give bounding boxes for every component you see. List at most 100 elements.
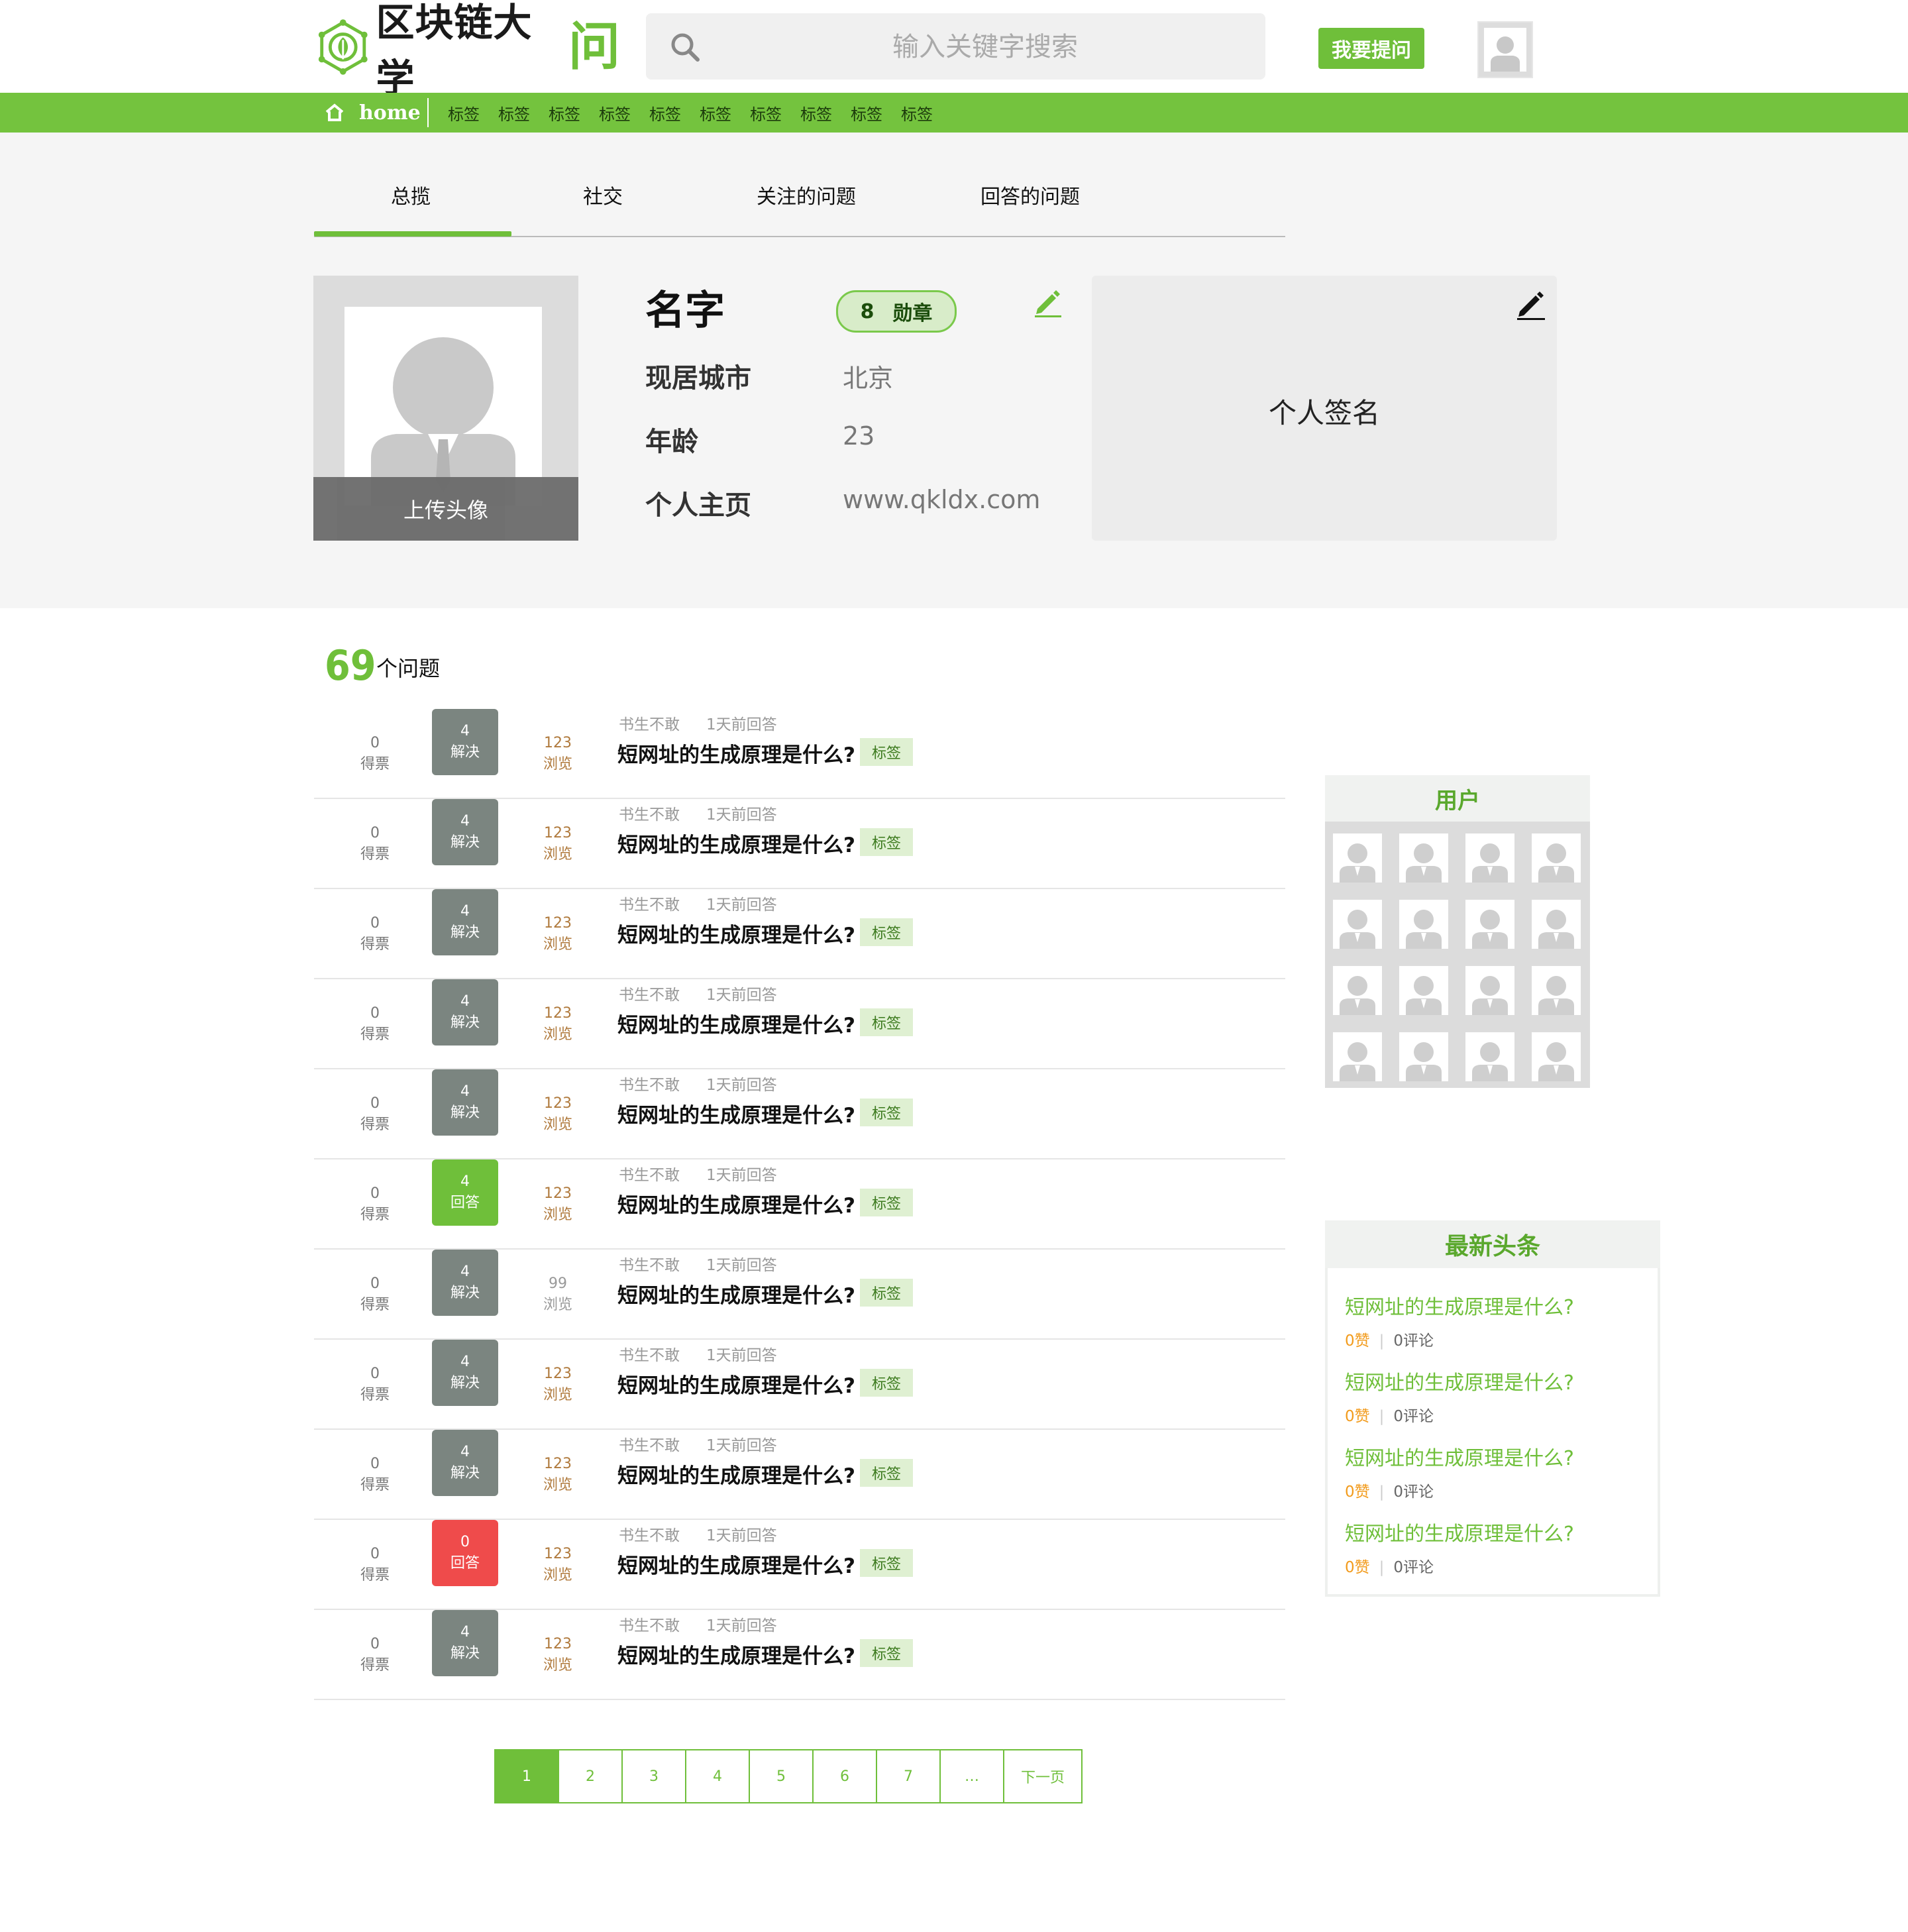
user-avatar[interactable] — [1532, 900, 1581, 949]
user-avatar[interactable] — [1465, 900, 1514, 949]
question-tag[interactable]: 标签 — [860, 1459, 913, 1487]
answer-status-box[interactable]: 4 解决 — [432, 799, 498, 865]
user-avatar[interactable] — [1399, 900, 1448, 949]
vote-label: 得票 — [360, 1657, 390, 1674]
nav-tag[interactable]: 标签 — [498, 101, 530, 125]
question-tag[interactable]: 标签 — [860, 828, 913, 856]
answer-status-box[interactable]: 4 回答 — [432, 1159, 498, 1226]
user-avatar[interactable] — [1399, 833, 1448, 883]
user-avatar[interactable] — [1532, 966, 1581, 1015]
headline-title[interactable]: 短网址的生成原理是什么? — [1345, 1366, 1574, 1395]
tab-social[interactable]: 社交 — [583, 180, 623, 209]
tab-followed-questions[interactable]: 关注的问题 — [757, 180, 856, 209]
nav-tag[interactable]: 标签 — [549, 101, 580, 125]
answer-status-box[interactable]: 4 解决 — [432, 1250, 498, 1316]
answer-status-box[interactable]: 4 解决 — [432, 889, 498, 955]
question-author[interactable]: 书生不敢 — [619, 1347, 680, 1364]
answer-status-box[interactable]: 4 解决 — [432, 979, 498, 1046]
answer-status-box[interactable]: 4 解决 — [432, 709, 498, 775]
question-title[interactable]: 短网址的生成原理是什么? — [617, 1369, 855, 1399]
nav-tag[interactable]: 标签 — [851, 101, 882, 125]
question-title[interactable]: 短网址的生成原理是什么? — [617, 1008, 855, 1038]
question-title[interactable]: 短网址的生成原理是什么? — [617, 738, 855, 768]
page-button[interactable]: 4 — [686, 1750, 750, 1802]
user-avatar[interactable] — [1465, 966, 1514, 1015]
question-tag[interactable]: 标签 — [860, 918, 913, 946]
answer-status-box[interactable]: 4 解决 — [432, 1610, 498, 1676]
headline-title[interactable]: 短网址的生成原理是什么? — [1345, 1291, 1574, 1320]
question-tag[interactable]: 标签 — [860, 1008, 913, 1036]
question-author[interactable]: 书生不敢 — [619, 1077, 680, 1094]
search-icon[interactable] — [670, 32, 700, 62]
question-title[interactable]: 短网址的生成原理是什么? — [617, 918, 855, 948]
question-tag[interactable]: 标签 — [860, 1549, 913, 1577]
nav-tag[interactable]: 标签 — [700, 101, 731, 125]
user-avatar[interactable] — [1399, 1032, 1448, 1081]
nav-home-link[interactable]: home — [325, 93, 421, 133]
upload-avatar-button[interactable]: 上传头像 — [313, 477, 578, 541]
question-title[interactable]: 短网址的生成原理是什么? — [617, 1639, 855, 1669]
page-button[interactable]: 2 — [559, 1750, 623, 1802]
tab-overview[interactable]: 总揽 — [391, 180, 431, 209]
page-button[interactable]: … — [941, 1750, 1004, 1802]
headline-title[interactable]: 短网址的生成原理是什么? — [1345, 1442, 1574, 1471]
answer-status-box[interactable]: 4 解决 — [432, 1340, 498, 1406]
user-avatar[interactable] — [1477, 21, 1533, 78]
question-tag[interactable]: 标签 — [860, 1639, 913, 1667]
user-avatar[interactable] — [1532, 833, 1581, 883]
answer-status-box[interactable]: 4 解决 — [432, 1069, 498, 1136]
question-title[interactable]: 短网址的生成原理是什么? — [617, 1549, 855, 1579]
homepage-link[interactable]: www.qkldx.com — [843, 485, 1040, 514]
question-author[interactable]: 书生不敢 — [619, 806, 680, 824]
question-author[interactable]: 书生不敢 — [619, 896, 680, 914]
question-author[interactable]: 书生不敢 — [619, 987, 680, 1004]
user-avatar[interactable] — [1333, 900, 1382, 949]
question-author[interactable]: 书生不敢 — [619, 1617, 680, 1635]
page-button[interactable]: 5 — [750, 1750, 814, 1802]
question-author[interactable]: 书生不敢 — [619, 716, 680, 733]
question-tag[interactable]: 标签 — [860, 1369, 913, 1397]
page-button[interactable]: 6 — [814, 1750, 877, 1802]
question-tag[interactable]: 标签 — [860, 738, 913, 766]
question-tag[interactable]: 标签 — [860, 1099, 913, 1126]
nav-tag[interactable]: 标签 — [448, 101, 480, 125]
question-title[interactable]: 短网址的生成原理是什么? — [617, 1279, 855, 1309]
edit-profile-icon[interactable] — [1032, 286, 1064, 318]
logo-text: 区块链大学 — [376, 0, 533, 101]
user-avatar[interactable] — [1465, 833, 1514, 883]
search-input[interactable] — [719, 13, 1251, 81]
page-button[interactable]: 7 — [877, 1750, 941, 1802]
user-avatar[interactable] — [1333, 833, 1382, 883]
headline-title[interactable]: 短网址的生成原理是什么? — [1345, 1517, 1574, 1546]
user-avatar[interactable] — [1399, 966, 1448, 1015]
nav-tag[interactable]: 标签 — [901, 101, 933, 125]
ask-question-button[interactable]: 我要提问 — [1318, 28, 1424, 69]
nav-tag[interactable]: 标签 — [649, 101, 681, 125]
nav-tag[interactable]: 标签 — [599, 101, 631, 125]
page-button[interactable]: 3 — [623, 1750, 686, 1802]
question-author[interactable]: 书生不敢 — [619, 1257, 680, 1274]
medal-badge[interactable]: 8 勋章 — [836, 290, 957, 333]
site-logo[interactable]: 区块链大学 问 — [315, 0, 620, 101]
nav-tag[interactable]: 标签 — [800, 101, 832, 125]
question-title[interactable]: 短网址的生成原理是什么? — [617, 1099, 855, 1128]
user-avatar[interactable] — [1333, 1032, 1382, 1081]
edit-signature-icon[interactable] — [1514, 288, 1548, 321]
user-avatar[interactable] — [1333, 966, 1382, 1015]
question-author[interactable]: 书生不敢 — [619, 1437, 680, 1454]
question-title[interactable]: 短网址的生成原理是什么? — [617, 1459, 855, 1489]
answer-status-box[interactable]: 0 回答 — [432, 1520, 498, 1586]
nav-tag[interactable]: 标签 — [750, 101, 782, 125]
question-title[interactable]: 短网址的生成原理是什么? — [617, 828, 855, 858]
question-author[interactable]: 书生不敢 — [619, 1167, 680, 1184]
question-title[interactable]: 短网址的生成原理是什么? — [617, 1189, 855, 1218]
answer-status-box[interactable]: 4 解决 — [432, 1430, 498, 1496]
page-button[interactable]: 1 — [496, 1750, 559, 1802]
question-author[interactable]: 书生不敢 — [619, 1527, 680, 1544]
next-page-button[interactable]: 下一页 — [1004, 1750, 1081, 1802]
user-avatar[interactable] — [1532, 1032, 1581, 1081]
user-avatar[interactable] — [1465, 1032, 1514, 1081]
question-tag[interactable]: 标签 — [860, 1189, 913, 1216]
question-tag[interactable]: 标签 — [860, 1279, 913, 1307]
tab-answered-questions[interactable]: 回答的问题 — [980, 180, 1080, 209]
